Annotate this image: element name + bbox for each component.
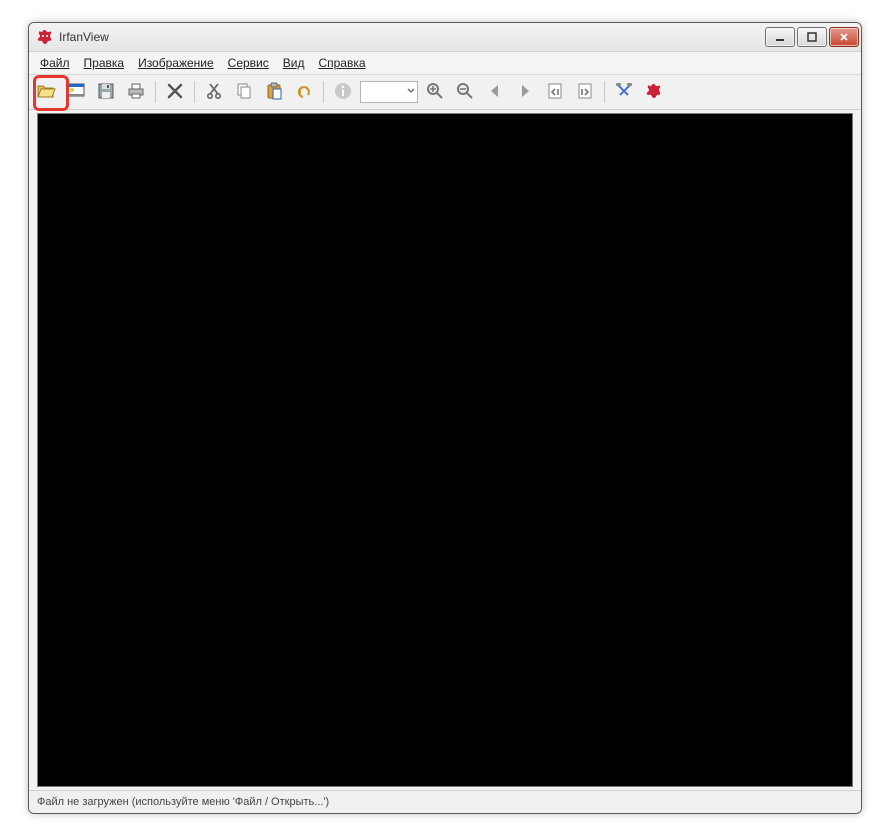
- next-button[interactable]: [512, 79, 538, 105]
- last-page-icon: [575, 81, 595, 104]
- app-window: IrfanView Файл Правка Изображение Сервис…: [28, 22, 862, 814]
- maximize-button[interactable]: [797, 27, 827, 47]
- first-page-icon: [545, 81, 565, 104]
- slideshow-button[interactable]: [63, 79, 89, 105]
- first-page-button[interactable]: [542, 79, 568, 105]
- menubar: Файл Правка Изображение Сервис Вид Справ…: [29, 52, 861, 75]
- paste-icon: [264, 81, 284, 104]
- cut-icon: [204, 81, 224, 104]
- status-message: Файл не загружен (используйте меню 'Файл…: [37, 796, 329, 808]
- window-title: IrfanView: [59, 30, 763, 44]
- settings-button[interactable]: [611, 79, 637, 105]
- menu-view[interactable]: Вид: [276, 54, 312, 72]
- undo-icon: [294, 81, 314, 104]
- undo-button[interactable]: [291, 79, 317, 105]
- about-button[interactable]: [641, 79, 667, 105]
- paste-button[interactable]: [261, 79, 287, 105]
- copy-button[interactable]: [231, 79, 257, 105]
- toolbar: [29, 75, 861, 110]
- app-icon: [37, 29, 53, 45]
- menu-edit[interactable]: Правка: [77, 54, 132, 72]
- open-button[interactable]: [33, 79, 59, 105]
- zoom-in-button[interactable]: [422, 79, 448, 105]
- toolbar-separator: [194, 81, 195, 103]
- window-controls: [763, 27, 859, 47]
- info-button[interactable]: [330, 79, 356, 105]
- slideshow-icon: [66, 81, 86, 104]
- zoom-out-button[interactable]: [452, 79, 478, 105]
- prev-button[interactable]: [482, 79, 508, 105]
- menu-service[interactable]: Сервис: [221, 54, 276, 72]
- statusbar: Файл не загружен (используйте меню 'Файл…: [29, 790, 861, 813]
- menu-file[interactable]: Файл: [33, 54, 77, 72]
- cat-icon: [644, 81, 664, 104]
- save-button[interactable]: [93, 79, 119, 105]
- minimize-button[interactable]: [765, 27, 795, 47]
- image-viewport[interactable]: [37, 113, 853, 787]
- last-page-button[interactable]: [572, 79, 598, 105]
- copy-icon: [234, 81, 254, 104]
- cut-button[interactable]: [201, 79, 227, 105]
- toolbar-separator: [323, 81, 324, 103]
- titlebar: IrfanView: [29, 23, 861, 52]
- save-icon: [96, 81, 116, 104]
- chevron-down-icon: [407, 86, 415, 98]
- zoom-combo[interactable]: [360, 81, 418, 103]
- delete-button[interactable]: [162, 79, 188, 105]
- zoom-in-icon: [425, 81, 445, 104]
- menu-image[interactable]: Изображение: [131, 54, 221, 72]
- close-button[interactable]: [829, 27, 859, 47]
- print-button[interactable]: [123, 79, 149, 105]
- toolbar-separator: [604, 81, 605, 103]
- zoom-out-icon: [455, 81, 475, 104]
- print-icon: [126, 81, 146, 104]
- toolbar-separator: [155, 81, 156, 103]
- settings-icon: [614, 81, 634, 104]
- menu-help[interactable]: Справка: [311, 54, 372, 72]
- info-icon: [333, 81, 353, 104]
- delete-icon: [165, 81, 185, 104]
- arrow-left-icon: [485, 81, 505, 104]
- open-folder-icon: [36, 81, 56, 104]
- arrow-right-icon: [515, 81, 535, 104]
